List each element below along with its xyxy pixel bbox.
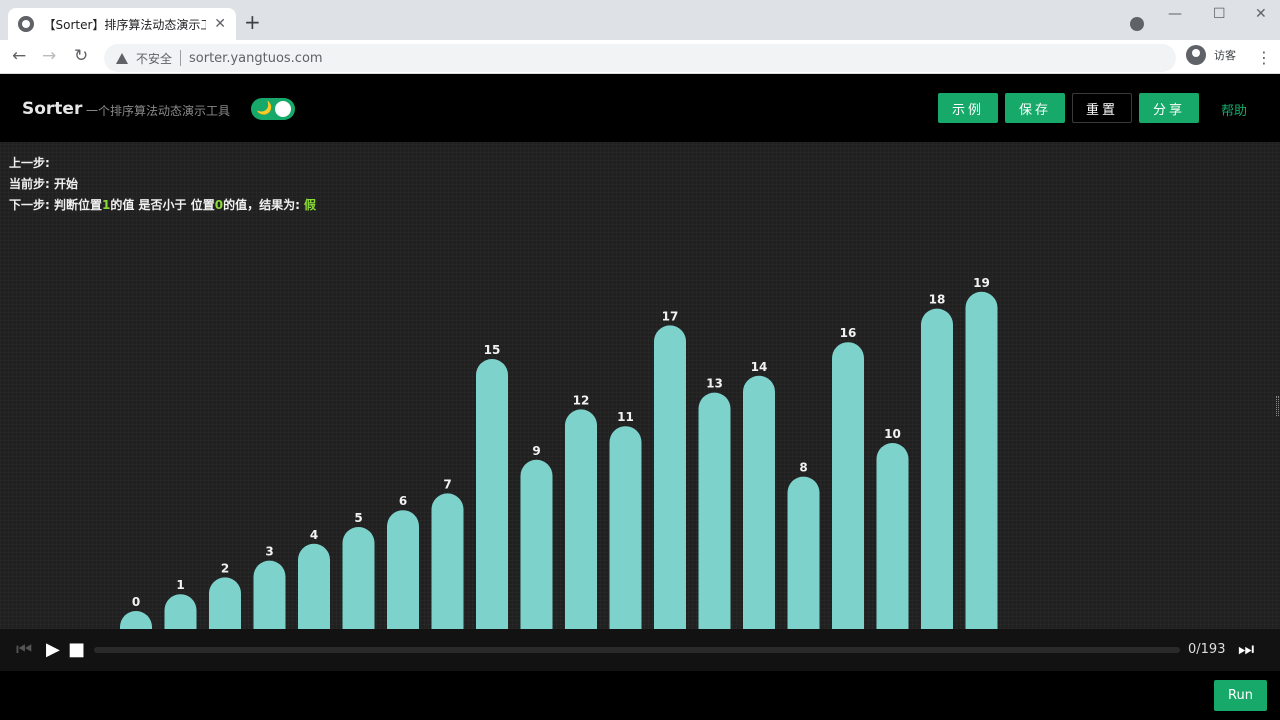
bar-value-label: 1	[176, 578, 184, 592]
url-text[interactable]: sorter.yangtuos.com	[189, 51, 323, 66]
bar-2	[209, 577, 241, 629]
bar-19	[965, 291, 998, 629]
bar-18	[921, 308, 953, 629]
bar-3	[253, 560, 286, 629]
bar-chart: 0011223344556677158991210111117121313141…	[120, 276, 998, 629]
bar-value-label: 19	[973, 276, 990, 290]
bar-value-label: 17	[662, 309, 679, 323]
bar-14	[743, 375, 775, 629]
brand-subtitle: 一个排序算法动态演示工具	[86, 104, 231, 118]
reset-button[interactable]: 重置	[1072, 93, 1132, 123]
reload-button[interactable]: ↻	[74, 46, 88, 66]
example-button[interactable]: 示例	[938, 93, 998, 123]
bar-value-label: 13	[706, 377, 723, 391]
browser-toolbar: ← → ↻ 不安全 sorter.yangtuos.com 访客 ⋮	[0, 40, 1280, 74]
bar-15	[787, 476, 820, 629]
bar-value-label: 3	[265, 545, 273, 559]
bar-value-label: 14	[751, 360, 768, 374]
bar-value-label: 18	[929, 293, 946, 307]
bar-value-label: 16	[840, 326, 857, 340]
address-bar[interactable]: 不安全 sorter.yangtuos.com	[104, 44, 1176, 72]
bar-6	[387, 510, 419, 629]
save-button[interactable]: 保存	[1005, 93, 1065, 123]
maximize-button[interactable]: ☐	[1213, 6, 1226, 22]
media-indicator-icon[interactable]	[1130, 17, 1144, 31]
step-counter: 0/193	[1188, 642, 1226, 657]
profile-button[interactable]: 访客	[1186, 45, 1236, 65]
bar-value-label: 9	[532, 444, 540, 458]
bar-16	[832, 342, 864, 629]
browser-tab-bar: 【Sorter】排序算法动态演示工具 ✕ + — ☐ ✕	[0, 0, 1280, 40]
bar-7	[431, 493, 464, 629]
progress-slider[interactable]	[94, 647, 1180, 653]
player-controls: ⏮ ▶ ■ 0/193 ⏭	[0, 629, 1280, 671]
bar-17	[876, 443, 909, 629]
bar-value-label: 11	[617, 410, 634, 424]
toggle-knob	[275, 101, 291, 117]
brand-title: Sorter	[22, 99, 83, 119]
browser-tab[interactable]: 【Sorter】排序算法动态演示工具 ✕	[8, 8, 236, 40]
bar-10	[565, 409, 597, 629]
forward-button[interactable]: →	[42, 46, 56, 66]
minimize-button[interactable]: —	[1168, 6, 1182, 22]
bar-8	[476, 359, 508, 629]
warning-icon	[116, 52, 128, 64]
last-step-button[interactable]: ⏭	[1238, 640, 1254, 660]
tab-close-icon[interactable]: ✕	[214, 16, 226, 32]
help-link[interactable]: 帮助	[1221, 100, 1247, 119]
bar-value-label: 12	[573, 393, 590, 407]
close-window-button[interactable]: ✕	[1255, 6, 1267, 22]
bar-4	[298, 543, 330, 629]
new-tab-button[interactable]: +	[244, 12, 261, 32]
bar-13	[698, 392, 731, 629]
app: Sorter 一个排序算法动态演示工具 🌙 示例 保存 重置 分享 帮助 上一步…	[0, 74, 1280, 720]
back-button[interactable]: ←	[12, 46, 26, 66]
browser-menu-icon[interactable]: ⋮	[1256, 48, 1272, 67]
bar-value-label: 2	[221, 561, 229, 575]
bar-value-label: 5	[354, 511, 362, 525]
first-step-button[interactable]: ⏮	[16, 640, 32, 660]
user-icon	[1186, 45, 1206, 65]
theme-toggle[interactable]: 🌙	[251, 98, 295, 120]
run-button[interactable]: Run	[1214, 680, 1267, 711]
bar-value-label: 15	[484, 343, 501, 357]
share-button[interactable]: 分享	[1139, 93, 1199, 123]
bar-value-label: 7	[443, 477, 451, 491]
bar-value-label: 8	[799, 461, 807, 475]
bar-value-label: 6	[399, 494, 407, 508]
bar-12	[654, 325, 686, 629]
bar-value-label: 0	[132, 595, 140, 609]
tab-title: 【Sorter】排序算法动态演示工具	[43, 17, 207, 32]
globe-icon	[18, 16, 34, 32]
moon-icon: 🌙	[256, 101, 273, 116]
divider	[180, 50, 182, 66]
bar-value-label: 10	[884, 427, 901, 441]
bar-0	[120, 611, 152, 629]
bar-value-label: 4	[310, 528, 318, 542]
bar-9	[520, 459, 553, 629]
guest-label: 访客	[1214, 49, 1236, 62]
bar-5	[342, 527, 375, 629]
bar-1	[164, 594, 197, 629]
bar-11	[609, 426, 642, 629]
play-button[interactable]: ▶	[46, 640, 60, 660]
stop-button[interactable]: ■	[68, 640, 85, 660]
insecure-label: 不安全	[136, 51, 173, 66]
